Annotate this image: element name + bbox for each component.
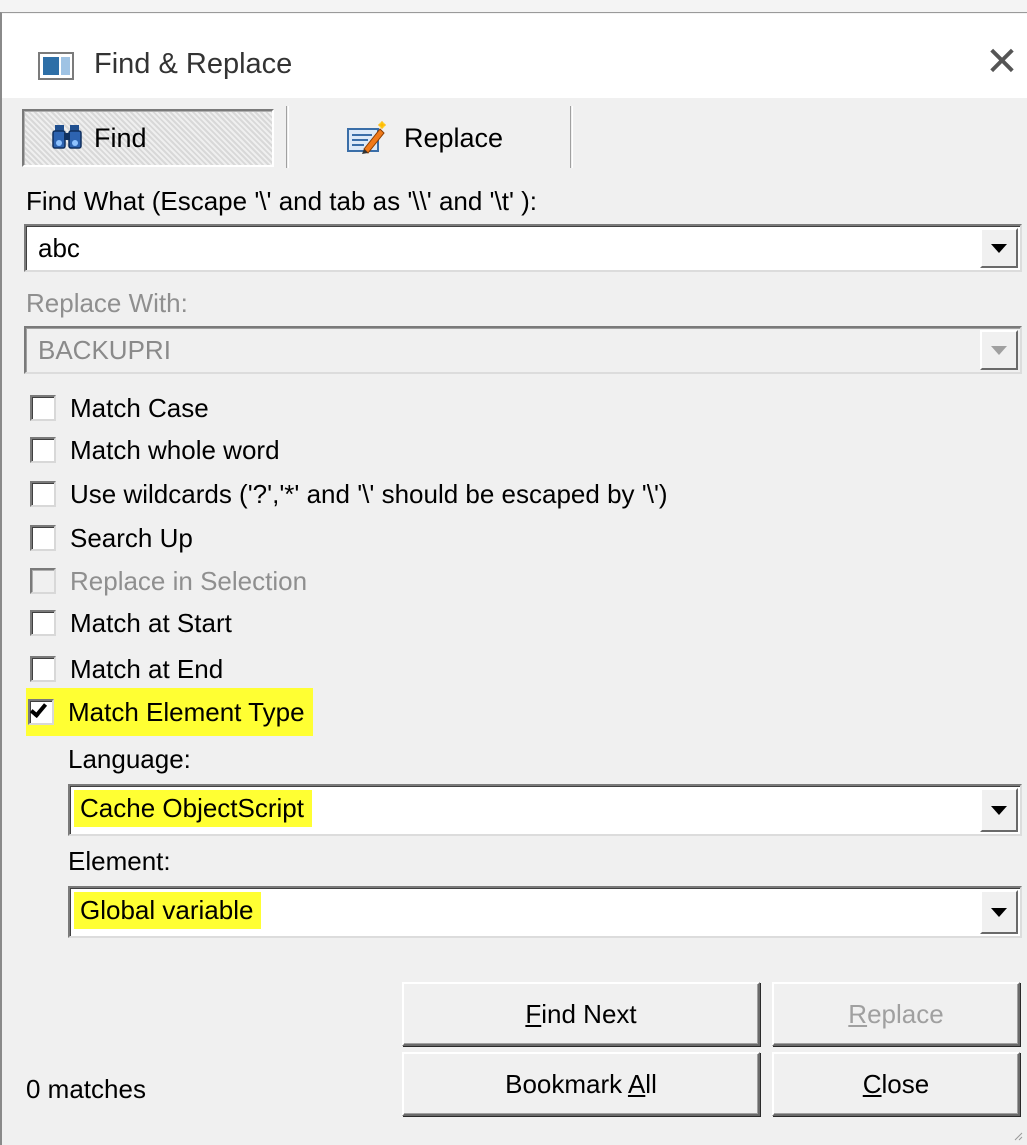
element-label: Element: bbox=[68, 846, 171, 876]
option-match-element-type[interactable]: Match Element Type bbox=[26, 688, 313, 736]
chevron-down-icon bbox=[991, 805, 1007, 815]
find-what-value[interactable]: abc bbox=[34, 233, 84, 264]
match-whole-word-label: Match whole word bbox=[70, 434, 280, 465]
match-case-checkbox[interactable] bbox=[30, 395, 56, 421]
replace-icon bbox=[346, 121, 388, 162]
replace-label: Replace bbox=[848, 998, 944, 1029]
tab-separator bbox=[286, 106, 289, 168]
replace-in-selection-label: Replace in Selection bbox=[70, 565, 308, 596]
match-case-label: Match Case bbox=[70, 392, 209, 423]
option-match-whole-word[interactable]: Match whole word bbox=[30, 432, 280, 468]
replace-with-label: Replace With: bbox=[26, 288, 188, 318]
option-match-at-end[interactable]: Match at End bbox=[30, 651, 223, 687]
find-next-button[interactable]: Find Next bbox=[402, 982, 760, 1046]
close-x-icon[interactable]: ✕ bbox=[984, 42, 1020, 82]
replace-in-selection-checkbox[interactable] bbox=[30, 568, 56, 594]
chevron-down-icon bbox=[991, 345, 1007, 355]
tab-separator bbox=[570, 106, 573, 168]
option-match-case[interactable]: Match Case bbox=[30, 390, 209, 426]
option-match-at-start[interactable]: Match at Start bbox=[30, 605, 232, 641]
option-replace-in-selection[interactable]: Replace in Selection bbox=[30, 563, 307, 599]
bookmark-all-label: Bookmark All bbox=[505, 1068, 657, 1099]
replace-with-dropdown-button[interactable] bbox=[980, 330, 1018, 370]
use-wildcards-label: Use wildcards ('?','*' and '\' should be… bbox=[70, 478, 668, 509]
match-at-end-checkbox[interactable] bbox=[30, 656, 56, 682]
resize-grip-icon[interactable] bbox=[1013, 1131, 1023, 1141]
element-combo[interactable]: Global variable bbox=[68, 886, 1022, 938]
match-element-type-checkbox[interactable] bbox=[28, 699, 54, 725]
chevron-down-icon bbox=[991, 907, 1007, 917]
match-at-end-label: Match at End bbox=[70, 653, 224, 684]
replace-with-combo[interactable]: BACKUPRI bbox=[24, 326, 1022, 374]
match-whole-word-checkbox[interactable] bbox=[30, 437, 56, 463]
language-combo[interactable]: Cache ObjectScript bbox=[68, 784, 1022, 836]
bookmark-all-button[interactable]: Bookmark All bbox=[402, 1052, 760, 1116]
match-count-status: 0 matches bbox=[26, 1074, 146, 1104]
find-what-label: Find What (Escape '\' and tab as '\\' an… bbox=[26, 186, 538, 216]
tab-replace-label: Replace bbox=[404, 122, 504, 153]
binoculars-icon bbox=[52, 123, 82, 158]
use-wildcards-checkbox[interactable] bbox=[30, 481, 56, 507]
tab-replace[interactable]: Replace bbox=[346, 109, 572, 167]
find-what-dropdown-button[interactable] bbox=[980, 228, 1018, 268]
background-text-fragment bbox=[20, 0, 1000, 10]
replace-button[interactable]: Replace bbox=[772, 982, 1020, 1046]
find-what-combo[interactable]: abc bbox=[24, 224, 1022, 272]
window-title: Find & Replace bbox=[94, 48, 293, 80]
search-up-label: Search Up bbox=[70, 522, 193, 553]
match-at-start-label: Match at Start bbox=[70, 607, 232, 638]
tab-find-label: Find bbox=[94, 122, 147, 153]
replace-with-value[interactable]: BACKUPRI bbox=[34, 335, 175, 366]
match-at-start-checkbox[interactable] bbox=[30, 610, 56, 636]
search-up-checkbox[interactable] bbox=[30, 525, 56, 551]
language-value[interactable]: Cache ObjectScript bbox=[74, 790, 312, 827]
find-next-label: Find Next bbox=[525, 998, 637, 1029]
app-window-icon bbox=[38, 52, 74, 80]
chevron-down-icon bbox=[991, 243, 1007, 253]
option-use-wildcards[interactable]: Use wildcards ('?','*' and '\' should be… bbox=[30, 476, 668, 512]
title-bar[interactable]: Find & Replace ✕ bbox=[2, 14, 1027, 98]
close-label: Close bbox=[862, 1068, 930, 1099]
find-replace-dialog: Find & Replace ✕ Find Replace Find What … bbox=[0, 0, 1027, 1145]
option-search-up[interactable]: Search Up bbox=[30, 520, 193, 556]
language-dropdown-button[interactable] bbox=[980, 788, 1018, 832]
element-dropdown-button[interactable] bbox=[980, 890, 1018, 934]
checkmark-icon bbox=[29, 699, 48, 719]
language-label: Language: bbox=[68, 744, 191, 774]
element-value[interactable]: Global variable bbox=[74, 892, 262, 929]
match-element-type-label: Match Element Type bbox=[68, 696, 305, 727]
close-button[interactable]: Close bbox=[772, 1052, 1020, 1116]
tab-find[interactable]: Find bbox=[22, 109, 274, 167]
